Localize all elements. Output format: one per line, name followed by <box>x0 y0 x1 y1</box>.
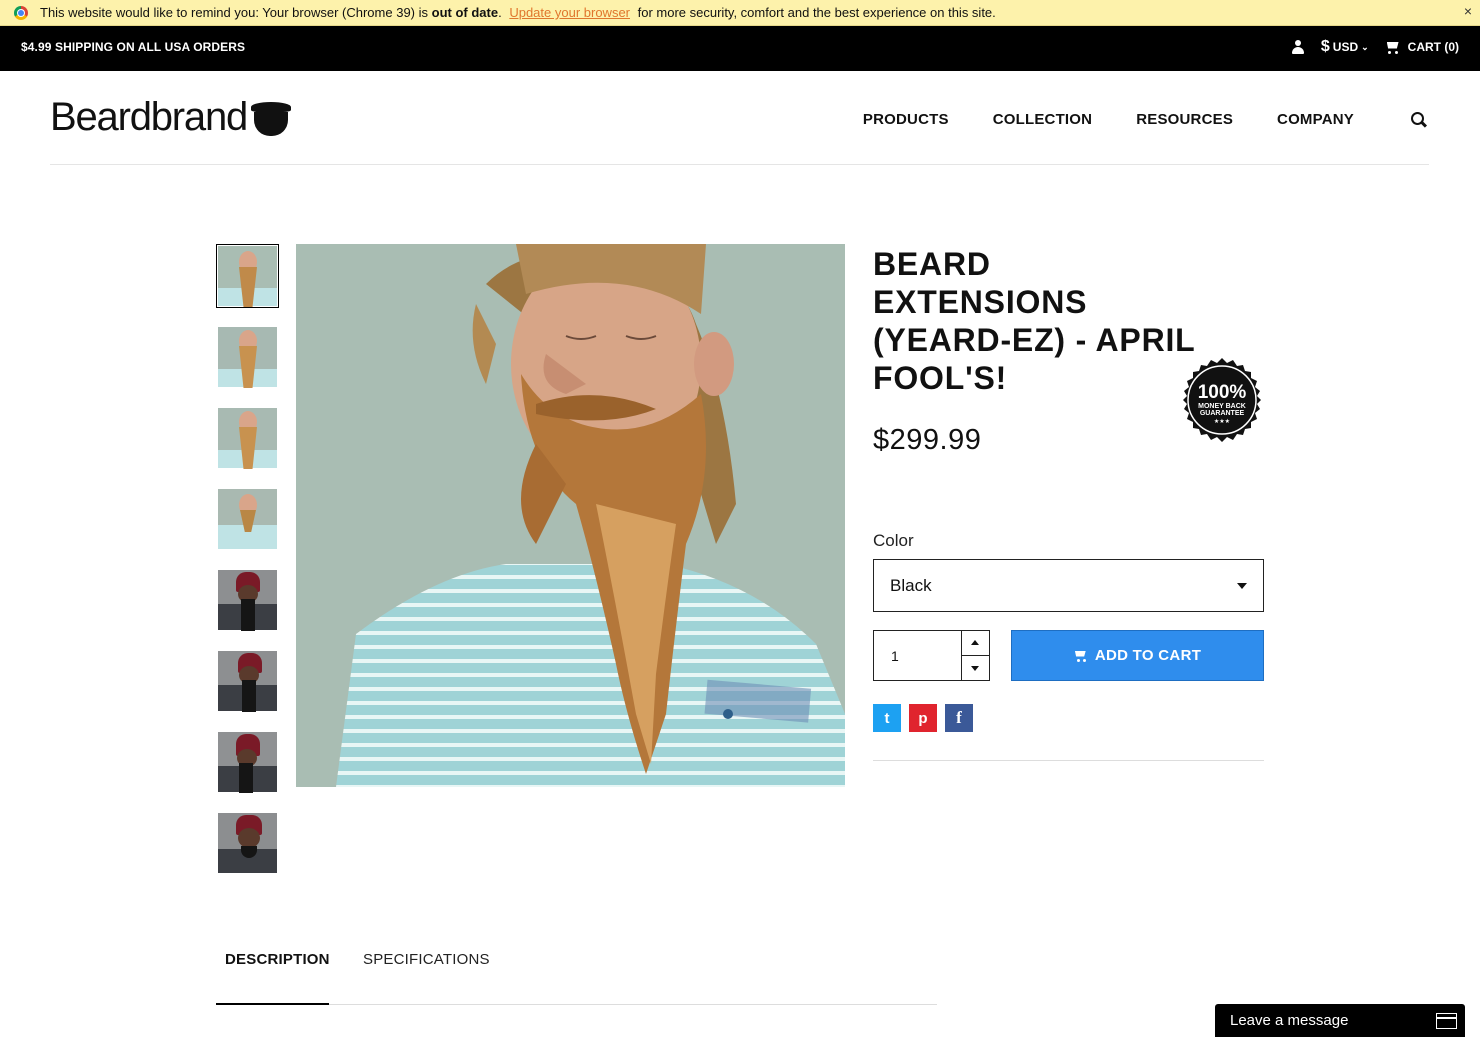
thumbnail-5[interactable] <box>216 568 279 632</box>
pinterest-share-icon[interactable]: p <box>909 704 937 732</box>
chrome-icon <box>14 5 28 20</box>
tab-specifications[interactable]: SPECIFICATIONS <box>354 945 499 1005</box>
thumbnail-4[interactable] <box>216 487 279 551</box>
chat-widget[interactable]: Leave a message <box>1215 1004 1465 1037</box>
nav-resources[interactable]: RESOURCES <box>1136 111 1233 128</box>
browser-update-banner: This website would like to remind you: Y… <box>0 0 1480 26</box>
warning-text: This website would like to remind you: Y… <box>40 5 996 20</box>
currency-selector[interactable]: $ USD ⌄ <box>1321 38 1369 56</box>
purchase-row: 1 ADD TO CART <box>873 630 1264 681</box>
announcement-bar: $4.99 SHIPPING ON ALL USA ORDERS $ USD ⌄… <box>0 26 1480 71</box>
thumbnail-3[interactable] <box>216 406 279 470</box>
thumbnail-2[interactable] <box>216 325 279 389</box>
product-info: BEARD EXTENSIONS (YEARD-EZ) - APRIL FOOL… <box>873 244 1264 761</box>
arrow-down-icon <box>971 665 979 671</box>
product-main-image[interactable] <box>296 244 845 787</box>
color-label: Color <box>873 531 914 550</box>
site-header: Beardbrand PRODUCTS COLLECTION RESOURCES… <box>50 71 1429 165</box>
nav-collection[interactable]: COLLECTION <box>993 111 1093 128</box>
product-title: BEARD EXTENSIONS (YEARD-EZ) - APRIL FOOL… <box>873 246 1195 396</box>
cart-icon <box>1385 41 1400 54</box>
color-select-value: Black <box>890 575 932 595</box>
thumbnail-1[interactable] <box>216 244 279 308</box>
utility-links: $ USD ⌄ CART (0) <box>1291 38 1459 56</box>
product-photo <box>296 244 845 787</box>
nav-company[interactable]: COMPANY <box>1277 111 1354 128</box>
main-nav: PRODUCTS COLLECTION RESOURCES COMPANY <box>863 111 1429 128</box>
close-icon[interactable]: × <box>1464 3 1472 19</box>
cart-icon <box>1074 650 1087 662</box>
logo[interactable]: Beardbrand <box>50 95 292 139</box>
chevron-down-icon: ⌄ <box>1361 41 1369 52</box>
thumbnail-6[interactable] <box>216 649 279 713</box>
quantity-input[interactable]: 1 <box>891 648 899 664</box>
chat-label: Leave a message <box>1230 1012 1349 1029</box>
facebook-share-icon[interactable]: f <box>945 704 973 732</box>
quantity-stepper[interactable]: 1 <box>873 630 990 681</box>
thumbnail-list <box>216 244 280 892</box>
badge-percent: 100% <box>1198 382 1247 403</box>
add-to-cart-button[interactable]: ADD TO CART <box>1011 630 1264 681</box>
thumbnail-8[interactable] <box>216 811 279 875</box>
arrow-up-icon <box>971 640 979 645</box>
product-tabs: DESCRIPTION SPECIFICATIONS <box>216 945 937 1005</box>
badge-line2: GUARANTEE <box>1200 410 1245 417</box>
search-icon[interactable] <box>1411 111 1427 128</box>
twitter-share-icon[interactable]: t <box>873 704 901 732</box>
share-buttons: t p f <box>873 704 1264 761</box>
quantity-increase-button[interactable] <box>962 631 989 656</box>
money-back-guarantee-badge: 100% MONEY BACK GUARANTEE ★★★ <box>1183 358 1261 442</box>
quantity-controls <box>961 631 989 680</box>
caret-down-icon <box>1237 583 1247 589</box>
quantity-decrease-button[interactable] <box>962 656 989 681</box>
color-select[interactable]: Black <box>873 559 1264 612</box>
thumbnail-7[interactable] <box>216 730 279 794</box>
badge-stars: ★★★ <box>1214 418 1230 425</box>
chat-window-icon <box>1436 1013 1457 1029</box>
update-browser-link[interactable]: Update your browser <box>509 5 630 20</box>
badge-line1: MONEY BACK <box>1198 403 1246 410</box>
shipping-notice: $4.99 SHIPPING ON ALL USA ORDERS <box>21 40 246 54</box>
nav-products[interactable]: PRODUCTS <box>863 111 949 128</box>
cart-link[interactable]: CART (0) <box>1385 40 1459 54</box>
beard-logo-icon <box>251 99 292 136</box>
account-icon[interactable] <box>1291 40 1305 54</box>
tab-description[interactable]: DESCRIPTION <box>216 945 330 1005</box>
